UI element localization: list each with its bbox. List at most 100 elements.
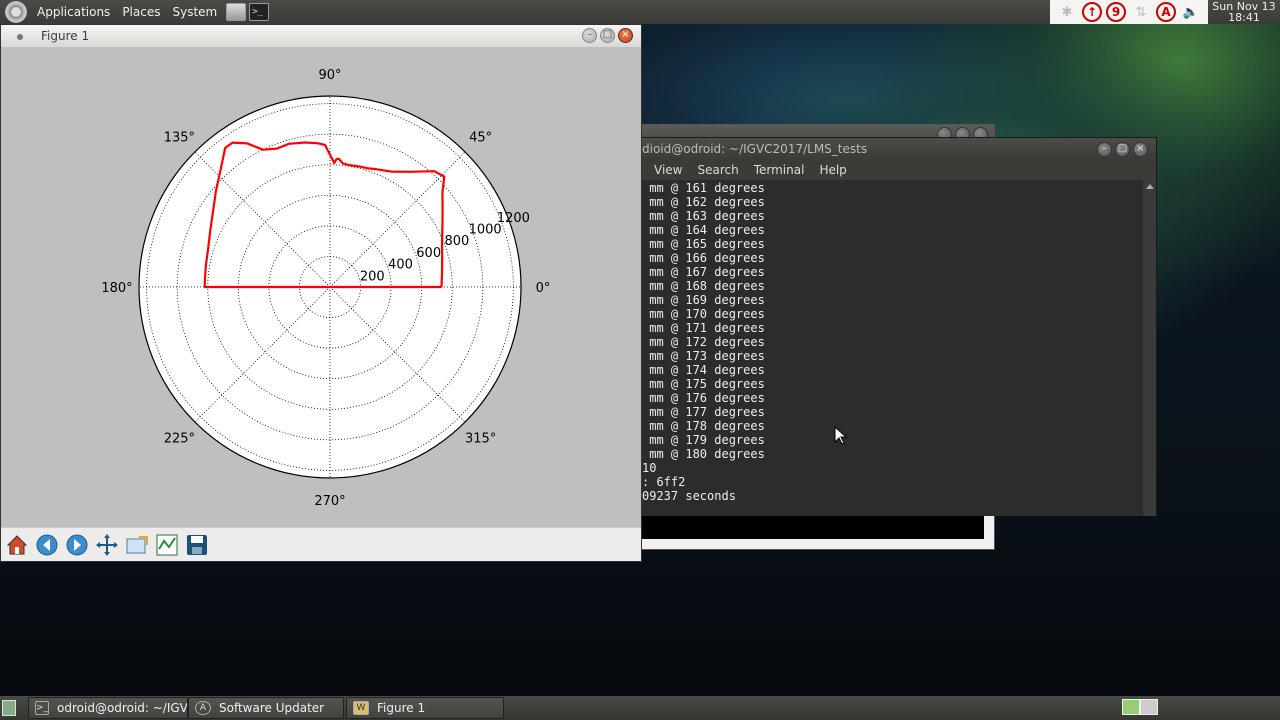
clock-time: 18:41 (1228, 11, 1260, 24)
keyboard-indicator[interactable]: A (1156, 2, 1176, 22)
r-tick-label: 1200 (497, 211, 530, 226)
menu-applications[interactable]: Applications (31, 5, 116, 19)
theta-tick-label: 180° (101, 281, 132, 296)
menu-system[interactable]: System (166, 5, 223, 19)
terminal-line: mm @ 177 degrees (642, 405, 765, 419)
figure-title: Figure 1 (41, 29, 90, 43)
task-terminal-label: odroid@odroid: ~/IGVC... (57, 701, 188, 715)
terminal-menu-terminal[interactable]: Terminal (754, 163, 805, 177)
task-software-updater[interactable]: A Software Updater (188, 697, 344, 719)
back-icon[interactable] (34, 532, 60, 558)
terminal-line: mm @ 164 degrees (642, 223, 765, 237)
software-updater-task-icon: A (195, 701, 211, 715)
save-icon[interactable] (184, 532, 210, 558)
terminal-window-controls: – □ × (1094, 142, 1148, 157)
system-tray: ✱ ↑ 9 ⇅ A 🔈 (1050, 0, 1208, 24)
terminal-line: mm @ 167 degrees (642, 265, 765, 279)
plot-canvas[interactable]: 0° 45° 90° 135° 180° 225° 270° 315° 200 400 600 800… (1, 47, 641, 527)
terminal-line: mm @ 162 degrees (642, 195, 765, 209)
figure-window-controls: – □ × (579, 28, 633, 43)
show-desktop-icon[interactable] (2, 700, 16, 716)
r-tick-label: 800 (445, 234, 470, 249)
task-terminal[interactable]: >_ odroid@odroid: ~/IGVC... (28, 697, 188, 719)
task-software-updater-label: Software Updater (219, 701, 325, 715)
terminal-line: : 6ff2 (642, 475, 686, 489)
r-tick-label: 400 (388, 258, 413, 273)
terminal-line: mm @ 179 degrees (642, 433, 765, 447)
terminal-output[interactable]: mm @ 161 degrees mm @ 162 degrees mm @ 1… (642, 180, 1144, 516)
terminal-line: mm @ 178 degrees (642, 419, 765, 433)
terminal-line: mm @ 172 degrees (642, 335, 765, 349)
terminal-line: mm @ 165 degrees (642, 237, 765, 251)
terminal-line: mm @ 168 degrees (642, 279, 765, 293)
minimize-icon[interactable]: – (1097, 142, 1112, 157)
theta-tick-label: 135° (164, 130, 195, 145)
clock[interactable]: Sun Nov 13 18:41 (1208, 0, 1280, 24)
theta-tick-label: 270° (314, 494, 345, 509)
matplotlib-toolbar (1, 527, 641, 561)
terminal-line: mm @ 174 degrees (642, 363, 765, 377)
theta-tick-label: 45° (469, 130, 492, 145)
task-figure[interactable]: W Figure 1 (346, 697, 504, 719)
background-window-dark-bar (642, 515, 984, 539)
r-tick-label: 600 (416, 246, 441, 261)
mouse-cursor-icon (834, 426, 848, 445)
bottom-panel: >_ odroid@odroid: ~/IGVC... A Software U… (0, 696, 1280, 720)
maximize-icon[interactable]: □ (1115, 142, 1130, 157)
terminal-line: mm @ 176 degrees (642, 391, 765, 405)
workspace-2[interactable] (1140, 699, 1158, 715)
upload-arrow-icon[interactable]: ↑ (1082, 2, 1102, 22)
scroll-up-arrow-icon[interactable] (1146, 184, 1154, 189)
terminal-line: mm @ 170 degrees (642, 307, 765, 321)
terminal-line: mm @ 161 degrees (642, 181, 765, 195)
polar-plot[interactable]: 0° 45° 90° 135° 180° 225° 270° 315° 200400600 800… (1, 47, 641, 527)
file-manager-launcher-icon[interactable] (226, 3, 247, 21)
theta-tick-label: 315° (465, 432, 496, 447)
theta-tick-label: 0° (536, 281, 551, 296)
terminal-menu-search[interactable]: Search (697, 163, 738, 177)
window-menu-icon[interactable] (17, 34, 23, 40)
terminal-line: mm @ 166 degrees (642, 251, 765, 265)
bluetooth-icon[interactable]: ✱ (1056, 1, 1078, 23)
terminal-scrollbar[interactable] (1143, 180, 1156, 516)
terminal-line: mm @ 175 degrees (642, 377, 765, 391)
r-tick-label: 200 (360, 269, 385, 284)
menu-places[interactable]: Places (116, 5, 166, 19)
terminal-title: dioid@odroid: ~/IGVC2017/LMS_tests (642, 142, 868, 156)
figure-task-icon: W (353, 701, 369, 715)
terminal-window[interactable]: dioid@odroid: ~/IGVC2017/LMS_tests – □ ×… (641, 137, 1157, 516)
terminal-menu-view[interactable]: View (654, 163, 682, 177)
theta-tick-label: 225° (164, 432, 195, 447)
pan-icon[interactable] (94, 532, 120, 558)
network-icon[interactable]: ⇅ (1130, 1, 1152, 23)
terminal-line: mm @ 180 degrees (642, 447, 765, 461)
task-figure-label: Figure 1 (377, 701, 426, 715)
terminal-line: mm @ 171 degrees (642, 321, 765, 335)
home-icon[interactable] (4, 532, 30, 558)
forward-icon[interactable] (64, 532, 90, 558)
figure-titlebar[interactable]: Figure 1 – □ × (1, 25, 641, 47)
volume-icon[interactable]: 🔈 (1180, 1, 1202, 23)
workspace-1[interactable] (1122, 699, 1140, 715)
terminal-line: mm @ 169 degrees (642, 293, 765, 307)
configure-subplots-icon[interactable] (154, 532, 180, 558)
terminal-line: mm @ 173 degrees (642, 349, 765, 363)
terminal-task-icon: >_ (35, 701, 50, 715)
close-icon[interactable]: × (618, 28, 633, 43)
terminal-line: 10 (642, 461, 657, 475)
terminal-line: mm @ 163 degrees (642, 209, 765, 223)
theta-tick-label: 90° (318, 68, 341, 83)
ubuntu-logo-icon[interactable] (5, 1, 27, 23)
zoom-rect-icon[interactable] (124, 532, 150, 558)
top-panel: Applications Places System >_ ✱ ↑ 9 ⇅ A … (0, 0, 1280, 24)
terminal-menu-help[interactable]: Help (819, 163, 846, 177)
terminal-launcher-icon[interactable]: >_ (249, 3, 270, 21)
maximize-icon[interactable]: □ (600, 28, 615, 43)
minimize-icon[interactable]: – (582, 28, 597, 43)
terminal-titlebar[interactable]: dioid@odroid: ~/IGVC2017/LMS_tests (642, 138, 1156, 160)
close-icon[interactable]: × (1133, 142, 1148, 157)
terminal-menubar: View Search Terminal Help (642, 160, 1156, 180)
update-count-badge[interactable]: 9 (1106, 2, 1126, 22)
figure-window[interactable]: Figure 1 – □ × 0° 45° 90° 135° 180° 225° 270° 3… (0, 24, 642, 562)
terminal-line: 09237 seconds (642, 489, 736, 503)
